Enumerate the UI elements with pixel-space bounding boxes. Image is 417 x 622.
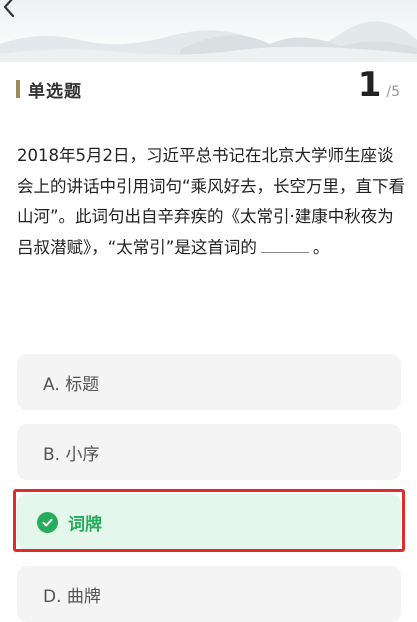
option-a[interactable]: A. 标题 (17, 354, 401, 410)
option-d[interactable]: D. 曲牌 (17, 566, 401, 622)
option-b-label: B. 小序 (43, 444, 100, 465)
option-c-label: 词牌 (68, 514, 102, 535)
question-end: 。 (312, 237, 330, 257)
title-accent-bar (16, 80, 20, 98)
question-type-header: 单选题 (16, 78, 82, 102)
header-background (0, 0, 417, 62)
option-b[interactable]: B. 小序 (17, 424, 401, 480)
question-type-label: 单选题 (28, 81, 82, 102)
option-c-selected[interactable]: 词牌 (17, 494, 401, 550)
total-questions: /5 (386, 84, 400, 100)
question-body: 2018年5月2日，习近平总书记在北京大学师生座谈会上的讲话中引用词句“乘风好去… (17, 146, 406, 257)
option-d-label: D. 曲牌 (43, 586, 101, 607)
question-text: 2018年5月2日，习近平总书记在北京大学师生座谈会上的讲话中引用词句“乘风好去… (17, 141, 409, 263)
question-counter: 1 /5 (358, 68, 400, 102)
back-button[interactable] (2, 0, 28, 22)
chevron-left-icon (3, 0, 15, 18)
answer-blank (260, 236, 309, 253)
mountain-landscape-icon (0, 21, 417, 62)
option-a-label: A. 标题 (43, 374, 100, 395)
check-circle-icon (37, 511, 58, 533)
current-question-number: 1 (357, 65, 382, 105)
